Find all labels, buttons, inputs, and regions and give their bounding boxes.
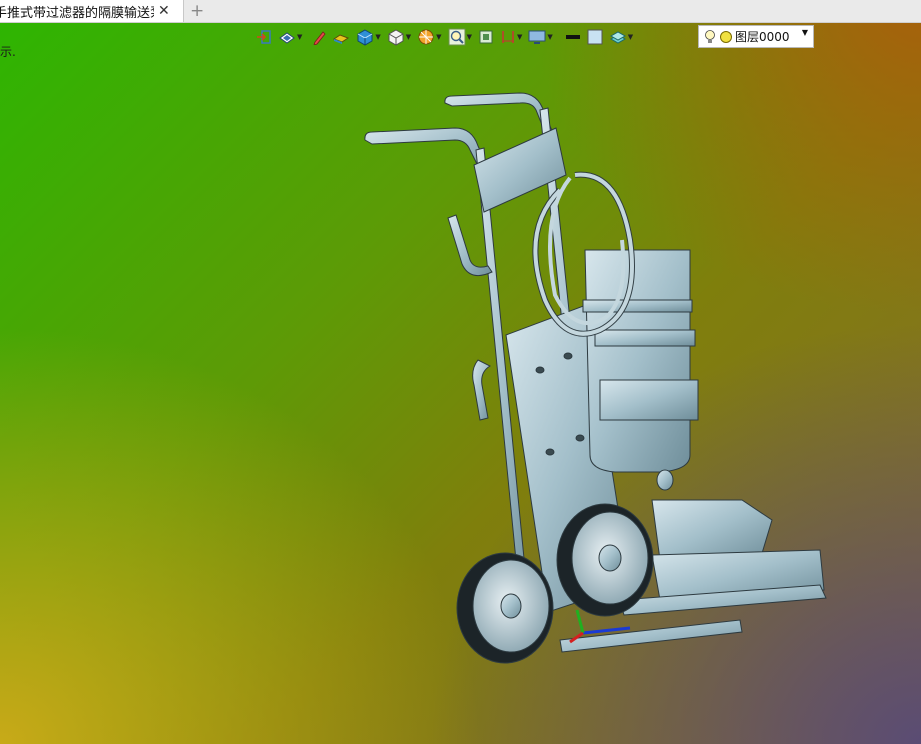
face-style-icon[interactable]	[332, 29, 350, 45]
line-color-swatch[interactable]	[565, 29, 581, 45]
pump-cart-model[interactable]	[355, 85, 835, 670]
close-tab-icon[interactable]: ✕	[158, 4, 170, 18]
document-tab-bar: 手推式带过滤器的隔膜输送泵] ✕ +	[0, 0, 921, 23]
render-sphere-icon[interactable]: ▼	[417, 28, 442, 46]
view-toolbar: ▼ ▼ ▼ ▼ ▼ ▼ ▼ ▼	[256, 26, 639, 48]
layer-color-dot-icon	[720, 30, 732, 43]
dimension-icon[interactable]: ▼	[500, 29, 522, 45]
sketch-pen-icon[interactable]	[312, 29, 326, 45]
exit-icon[interactable]	[256, 29, 272, 45]
solid-cube-icon[interactable]: ▼	[356, 28, 381, 46]
viewport-hint-text: 示.	[0, 45, 16, 59]
new-tab-icon[interactable]: +	[190, 1, 204, 21]
layer-stack-icon[interactable]: ▼	[609, 29, 633, 45]
bulb-icon[interactable]	[703, 29, 717, 45]
wire-cube-icon[interactable]: ▼	[387, 28, 411, 46]
display-monitor-icon[interactable]: ▼	[528, 29, 553, 45]
document-tab[interactable]: 手推式带过滤器的隔膜输送泵] ✕	[0, 0, 184, 22]
fit-view-icon[interactable]	[478, 29, 494, 45]
layer-dropdown[interactable]: 图层0000 ▼	[698, 25, 814, 48]
view-orient-icon[interactable]: ▼	[278, 29, 302, 45]
chevron-down-icon[interactable]: ▼	[802, 28, 808, 37]
layer-name: 图层0000	[735, 30, 790, 44]
fill-color-swatch[interactable]	[587, 29, 603, 45]
document-tab-title: 手推式带过滤器的隔膜输送泵]	[0, 5, 154, 21]
zoom-lens-icon[interactable]: ▼	[448, 28, 472, 46]
